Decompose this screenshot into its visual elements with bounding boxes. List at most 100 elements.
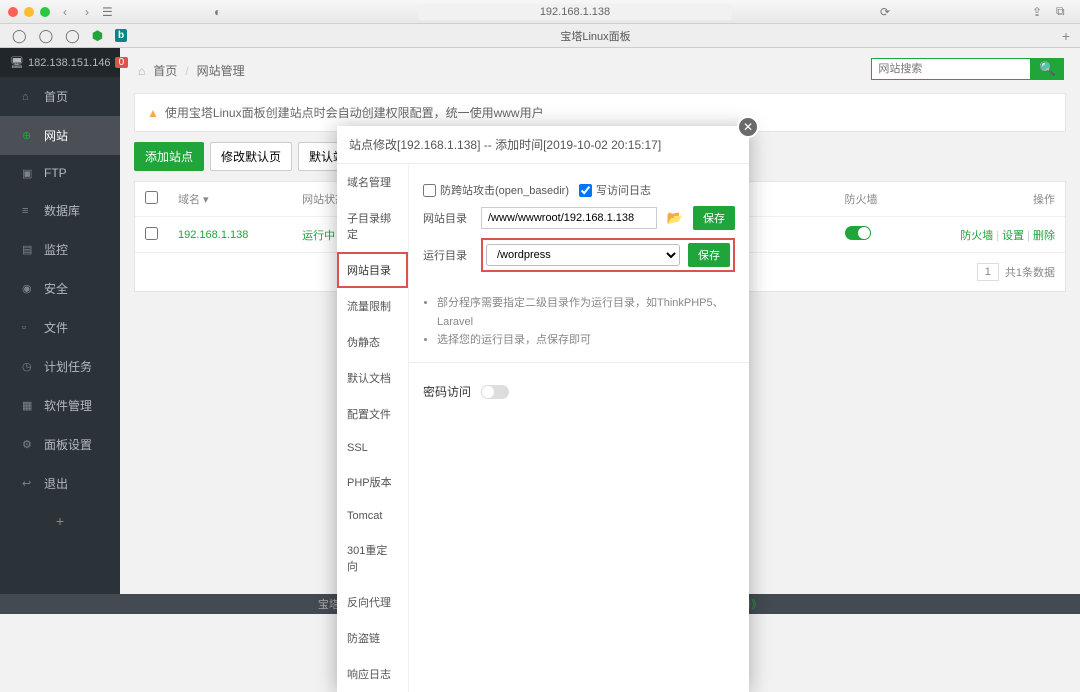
sidebar-item-ftp[interactable]: ▣FTP <box>0 155 120 191</box>
mnav-default[interactable]: 默认文档 <box>337 360 408 396</box>
mnav-rewrite[interactable]: 伪静态 <box>337 324 408 360</box>
op-delete[interactable]: 删除 <box>1033 230 1055 242</box>
sidebar-item-label: 文件 <box>44 319 68 336</box>
forward-icon[interactable]: › <box>80 5 94 19</box>
sitedir-input[interactable] <box>481 207 657 229</box>
add-site-button[interactable]: 添加站点 <box>134 142 204 171</box>
mnav-conf[interactable]: 配置文件 <box>337 396 408 432</box>
mnav-301[interactable]: 301重定向 <box>337 532 408 584</box>
home-icon: ⌂ <box>22 91 34 103</box>
modal-title: 站点修改[192.168.1.138] -- 添加时间[2019-10-02 2… <box>337 126 749 164</box>
close-icon[interactable]: ✕ <box>737 116 759 138</box>
tabs-icon[interactable]: ⧉ <box>1056 4 1072 19</box>
sidebar-item-label: 退出 <box>44 475 68 492</box>
gear-icon: ⚙ <box>22 438 34 451</box>
default-page-button[interactable]: 修改默认页 <box>210 142 292 171</box>
search-input[interactable] <box>871 58 1031 80</box>
min-dot[interactable] <box>24 7 34 17</box>
sidebar-item-exit[interactable]: ↩ 退出 <box>0 464 120 503</box>
row-domain[interactable]: 192.168.1.138 <box>168 217 292 253</box>
exit-icon: ↩ <box>22 477 34 490</box>
save-sitedir-button[interactable]: 保存 <box>693 206 735 230</box>
mnav-sitedir[interactable]: 网站目录 <box>337 252 408 288</box>
sidebar-item-label: FTP <box>44 166 67 180</box>
sidebar-item-site[interactable]: ⊕网站 <box>0 116 120 155</box>
sidebar-item-security[interactable]: ◉ 安全 <box>0 269 120 308</box>
traffic-lights <box>8 7 50 17</box>
search-button[interactable]: 🔍 <box>1031 58 1064 80</box>
reader-icon[interactable]: ◐ <box>214 5 230 19</box>
sidebar-item-home[interactable]: ⌂首页 <box>0 77 120 116</box>
checkbox-row: 防跨站攻击(open_basedir) 写访问日志 <box>423 182 735 198</box>
sidebar-item-label: 面板设置 <box>44 436 92 453</box>
back-icon[interactable]: ‹ <box>58 5 72 19</box>
select-all-checkbox[interactable] <box>145 191 158 204</box>
bing-icon[interactable]: b <box>115 29 127 42</box>
favicon-row: ◯ ◯ ◯ ⬢ b <box>0 28 139 44</box>
refresh-icon[interactable]: ⟳ <box>880 5 896 19</box>
folder-icon[interactable]: 📂 <box>667 210 683 226</box>
db-icon: ≡ <box>22 205 34 217</box>
mnav-resplog[interactable]: 响应日志 <box>337 656 408 692</box>
sidebar-item-setting[interactable]: ⚙ 面板设置 <box>0 425 120 464</box>
mac-titlebar: ‹ › ☰ ◐ 192.168.1.138 ⟳ ⇪ ⧉ <box>0 0 1080 24</box>
sidebar-item-label: 安全 <box>44 280 68 297</box>
col-domain[interactable]: 域名 ▾ <box>168 182 292 217</box>
sidebar-item-db[interactable]: ≡数据库 <box>0 191 120 230</box>
grid-icon: ▦ <box>22 399 34 412</box>
github-icon[interactable]: ◯ <box>12 28 27 44</box>
sidebar-add[interactable]: + <box>0 503 120 539</box>
home-icon: ⌂ <box>138 64 145 78</box>
bt-icon[interactable]: ⬢ <box>92 28 103 44</box>
row-rundir: 运行目录 /wordpress 保存 <box>423 238 735 272</box>
password-switch[interactable] <box>481 385 509 399</box>
notes: 部分程序需要指定二级目录作为运行目录，如ThinkPHP5、Laravel 选择… <box>423 284 735 350</box>
github-icon[interactable]: ◯ <box>65 28 80 44</box>
sidebar-icon[interactable]: ☰ <box>102 5 118 19</box>
row-checkbox[interactable] <box>145 227 158 240</box>
page-number[interactable]: 1 <box>977 263 999 281</box>
mnav-subdir[interactable]: 子目录绑定 <box>337 200 408 252</box>
sidebar-item-label: 网站 <box>44 127 68 144</box>
sidebar-item-label: 监控 <box>44 241 68 258</box>
mnav-traffic[interactable]: 流量限制 <box>337 288 408 324</box>
sidebar-ip: 🖥 182.138.151.146 0 <box>0 48 120 77</box>
share-icon[interactable]: ⇪ <box>1032 5 1048 19</box>
sidebar-item-monitor[interactable]: ▤监控 <box>0 230 120 269</box>
mnav-tomcat[interactable]: Tomcat <box>337 500 408 532</box>
rundir-select[interactable]: /wordpress <box>486 244 680 266</box>
op-setting[interactable]: 设置 <box>1002 230 1024 242</box>
mnav-php[interactable]: PHP版本 <box>337 464 408 500</box>
sidebar-item-label: 计划任务 <box>44 358 92 375</box>
firewall-switch[interactable] <box>845 226 871 240</box>
chk-basedir[interactable] <box>423 184 436 197</box>
new-tab-icon[interactable]: + <box>1052 28 1080 44</box>
mnav-ssl[interactable]: SSL <box>337 432 408 464</box>
crumb-page: 网站管理 <box>197 62 245 79</box>
github-icon[interactable]: ◯ <box>39 28 54 44</box>
row-password: 密码访问 <box>423 375 735 408</box>
shield-icon: ◉ <box>22 282 34 295</box>
lbl-sitedir: 网站目录 <box>423 210 471 226</box>
divider <box>409 362 749 363</box>
sidebar-ip-text: 182.138.151.146 <box>28 57 111 69</box>
sidebar-item-soft[interactable]: ▦软件管理 <box>0 386 120 425</box>
rundir-highlight: /wordpress 保存 <box>481 238 735 272</box>
search-icon: 🔍 <box>1039 61 1056 76</box>
save-rundir-button[interactable]: 保存 <box>688 243 730 267</box>
close-dot[interactable] <box>8 7 18 17</box>
op-firewall[interactable]: 防火墙 <box>960 230 993 242</box>
sidebar-item-cron[interactable]: ◷计划任务 <box>0 347 120 386</box>
crumb-sep: / <box>185 64 188 78</box>
file-icon: ▫ <box>22 322 34 334</box>
chk-log-label: 写访问日志 <box>596 182 651 198</box>
sidebar-item-file[interactable]: ▫ 文件 <box>0 308 120 347</box>
mnav-proxy[interactable]: 反向代理 <box>337 584 408 620</box>
mnav-hotlink[interactable]: 防盗链 <box>337 620 408 656</box>
col-ops: 操作 <box>907 182 1065 217</box>
address-bar[interactable]: 192.168.1.138 <box>418 4 732 20</box>
max-dot[interactable] <box>40 7 50 17</box>
mnav-domain[interactable]: 域名管理 <box>337 164 408 200</box>
chk-log[interactable] <box>579 184 592 197</box>
crumb-home[interactable]: 首页 <box>153 62 177 79</box>
